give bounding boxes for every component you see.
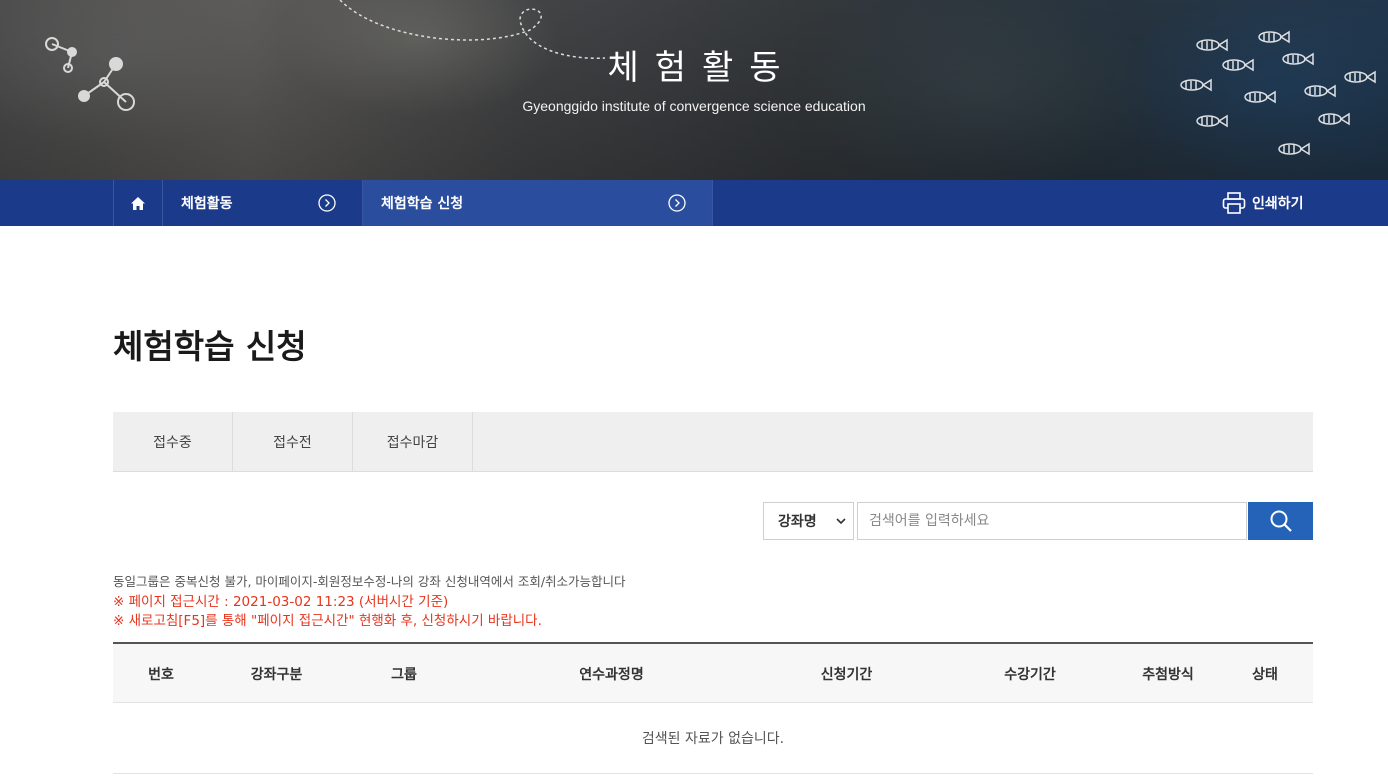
home-icon: [131, 196, 145, 210]
search-input[interactable]: [857, 502, 1247, 540]
table-empty-row: 검색된 자료가 없습니다.: [113, 703, 1313, 774]
column-header-apply-period: 신청기간: [820, 666, 873, 683]
search-field-value: 강좌명: [778, 514, 817, 530]
breadcrumb-page[interactable]: 체험학습 신청: [363, 180, 713, 226]
chevron-circle-icon: [668, 194, 686, 212]
breadcrumb-category-label: 체험활동: [181, 196, 233, 212]
banner-subtitle: Gyeonggido institute of convergence scie…: [522, 98, 866, 114]
tab-open[interactable]: 접수중: [113, 412, 233, 471]
tab-upcoming[interactable]: 접수전: [233, 412, 353, 471]
notice-access-time: ※ 페이지 접근시간 : 2021-03-02 11:23 (서버시간 기준): [113, 594, 449, 610]
column-header-number: 번호: [148, 666, 174, 683]
page-title: 체험학습 신청: [113, 327, 307, 366]
breadcrumb-page-label: 체험학습 신청: [381, 196, 464, 212]
molecule-decoration: [45, 0, 1376, 156]
chevron-down-icon: [836, 518, 846, 525]
column-header-course-period: 수강기간: [1004, 666, 1056, 683]
breadcrumb-category[interactable]: 체험활동: [163, 180, 363, 226]
column-header-course-type: 강좌구분: [250, 666, 303, 683]
banner-title: 체험활동: [607, 48, 797, 88]
printer-icon: [1222, 192, 1246, 214]
print-button[interactable]: 인쇄하기: [1222, 180, 1304, 226]
column-header-group: 그룹: [391, 666, 417, 683]
tab-closed[interactable]: 접수마감: [353, 412, 473, 471]
print-label: 인쇄하기: [1252, 196, 1304, 212]
column-header-status: 상태: [1252, 666, 1278, 683]
notice-refresh: ※ 새로고침[F5]를 통해 "페이지 접근시간" 현행화 후, 신청하시기 바…: [113, 613, 542, 629]
chevron-circle-icon: [318, 194, 336, 212]
column-header-course-name: 연수과정명: [579, 666, 644, 683]
table-header: 번호 강좌구분 그룹 연수과정명 신청기간 수강기간 추첨방식 상태: [113, 642, 1313, 703]
course-table: 번호 강좌구분 그룹 연수과정명 신청기간 수강기간 추첨방식 상태 검색된 자…: [113, 642, 1313, 774]
notice-info: 동일그룹은 중복신청 불가, 마이페이지-회원정보수정-나의 강좌 신청내역에서…: [113, 574, 626, 589]
home-button[interactable]: [113, 180, 163, 226]
location-bar: 체험활동 체험학습 신청 인쇄하기: [0, 180, 1388, 226]
status-tabs: 접수중 접수전 접수마감: [113, 412, 1313, 472]
search-field-select[interactable]: 강좌명: [763, 502, 854, 540]
search-icon: [1270, 510, 1292, 532]
search-button[interactable]: [1248, 502, 1313, 540]
top-banner: 체험활동 Gyeonggido institute of convergence…: [0, 0, 1388, 180]
column-header-lottery-method: 추첨방식: [1142, 666, 1194, 683]
